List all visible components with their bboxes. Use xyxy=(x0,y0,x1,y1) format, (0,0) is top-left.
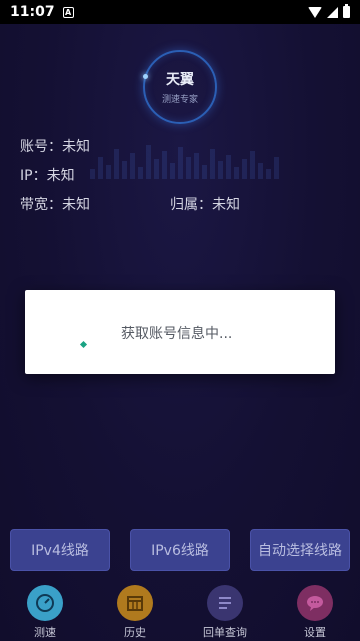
wifi-icon xyxy=(308,6,322,18)
speedometer-icon xyxy=(27,585,63,621)
bandwidth-label: 带宽： xyxy=(20,197,62,213)
battery-icon xyxy=(343,4,350,18)
nav-item-speedtest[interactable]: 测速 xyxy=(0,580,90,641)
bandwidth-row: 带宽：未知 xyxy=(20,194,90,214)
nav-label-history: 历史 xyxy=(124,626,146,639)
logo-subtitle: 测速专家 xyxy=(161,95,198,105)
status-bar: 11:07 A xyxy=(0,0,360,24)
region-value: 未知 xyxy=(212,197,240,213)
calendar-icon xyxy=(117,585,153,621)
status-time: 11:07 xyxy=(10,4,55,20)
status-icons xyxy=(308,4,350,18)
logo-brand: 天翼 xyxy=(166,72,194,88)
signal-icon xyxy=(327,6,338,18)
ipv4-line-button[interactable]: IPv4线路 xyxy=(10,529,110,571)
account-label: 账号： xyxy=(20,139,62,155)
region-row: 归属：未知 xyxy=(170,194,240,214)
bottom-nav: 测速 历史 回单查询 设置 xyxy=(0,580,360,641)
loading-message: 获取账号信息中... xyxy=(121,326,233,342)
region-label: 归属： xyxy=(170,197,212,213)
loading-spinner-icon xyxy=(79,340,88,349)
chat-icon xyxy=(297,585,333,621)
nav-label-receipt-query: 回单查询 xyxy=(203,626,247,639)
app-notification-icon: A xyxy=(62,6,74,18)
ip-value: 未知 xyxy=(46,168,75,184)
account-value: 未知 xyxy=(62,139,90,155)
background-wave-decoration xyxy=(90,139,280,179)
logo-glow-dot xyxy=(143,74,148,79)
ip-row: IP：未知 xyxy=(20,165,75,185)
app-logo: 天翼 测速专家 xyxy=(143,50,217,124)
account-row: 账号：未知 xyxy=(20,136,90,156)
ipv6-line-button[interactable]: IPv6线路 xyxy=(130,529,230,571)
nav-item-settings[interactable]: 设置 xyxy=(270,580,360,641)
nav-item-receipt-query[interactable]: 回单查询 xyxy=(180,580,270,641)
ip-label: IP： xyxy=(20,168,47,184)
nav-label-settings: 设置 xyxy=(304,626,326,639)
loading-dialog: 获取账号信息中... xyxy=(25,290,335,374)
nav-item-history[interactable]: 历史 xyxy=(90,580,180,641)
auto-select-line-button[interactable]: 自动选择线路 xyxy=(250,529,350,571)
nav-label-speedtest: 测速 xyxy=(34,626,56,639)
list-icon xyxy=(207,585,243,621)
bandwidth-value: 未知 xyxy=(62,197,90,213)
